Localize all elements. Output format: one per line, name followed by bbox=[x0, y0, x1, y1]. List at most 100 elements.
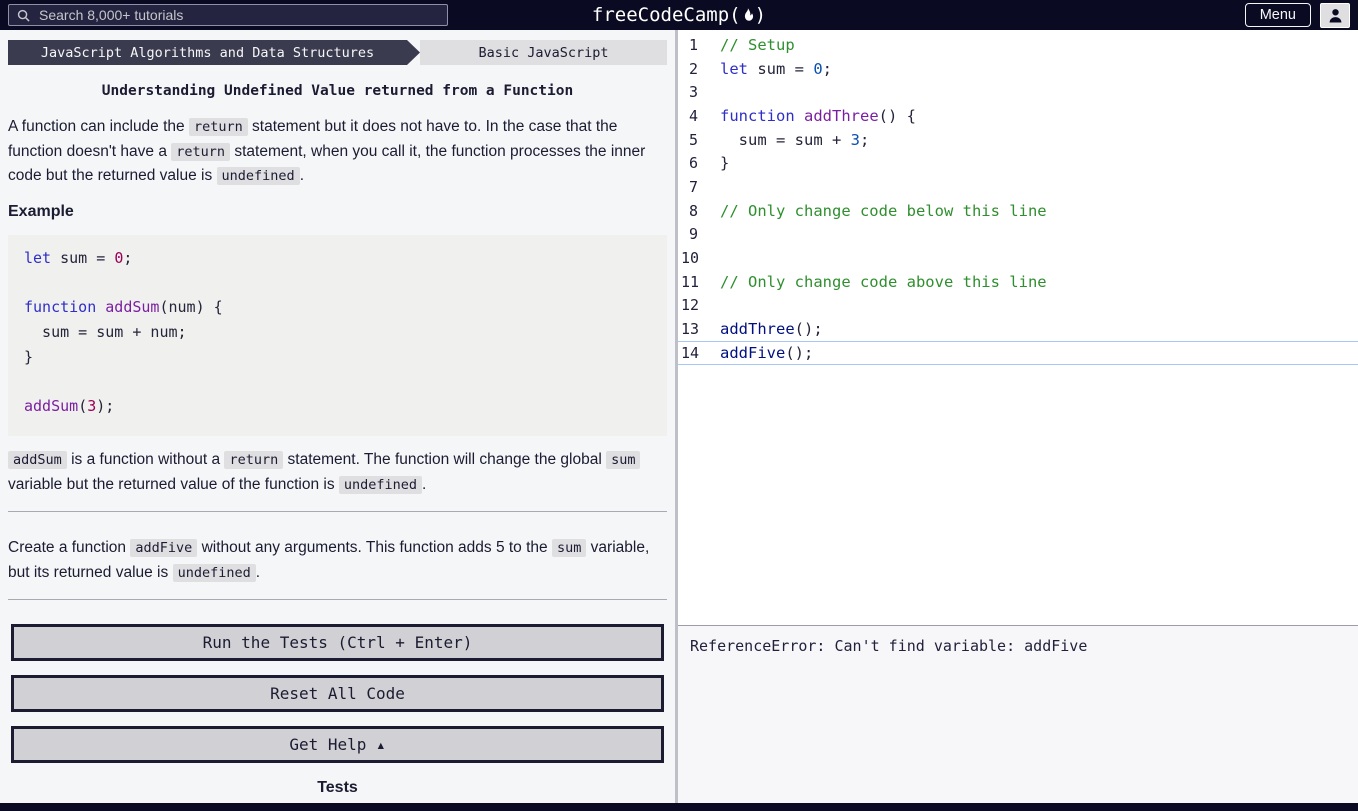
instructions-panel: JavaScript Algorithms and Data Structure… bbox=[0, 30, 678, 803]
editor-line-code: } bbox=[720, 154, 729, 172]
flame-icon bbox=[741, 7, 755, 24]
code-token: addThree bbox=[720, 320, 795, 338]
code-token: addSum bbox=[24, 397, 78, 415]
code-token: 0 bbox=[114, 249, 123, 267]
search-input[interactable] bbox=[37, 6, 439, 24]
avatar-button[interactable] bbox=[1320, 3, 1350, 28]
code-token: // Only change code below this line bbox=[720, 202, 1047, 220]
editor-line-code: function addThree() { bbox=[720, 107, 916, 125]
code-line: sum = sum + num; bbox=[24, 323, 651, 348]
code-token: // Setup bbox=[720, 36, 795, 54]
inline-code: addFive bbox=[130, 539, 197, 557]
code-token: ; bbox=[823, 60, 832, 78]
inline-code: undefined bbox=[173, 564, 256, 582]
code-token: sum = sum + num; bbox=[24, 323, 187, 341]
example-heading: Example bbox=[8, 203, 667, 221]
line-number: 11 bbox=[678, 273, 698, 291]
search-bar bbox=[8, 4, 448, 26]
editor-line[interactable]: 14addFive(); bbox=[678, 341, 1358, 365]
divider bbox=[8, 511, 667, 512]
line-number: 4 bbox=[678, 107, 698, 125]
code-token: sum = sum + bbox=[720, 131, 851, 149]
code-token: (); bbox=[785, 344, 813, 362]
breadcrumb-superblock[interactable]: JavaScript Algorithms and Data Structure… bbox=[8, 40, 420, 65]
code-line bbox=[24, 372, 651, 397]
line-number: 10 bbox=[678, 249, 698, 267]
line-number: 13 bbox=[678, 320, 698, 338]
code-token: let bbox=[24, 249, 51, 267]
editor-line-code: sum = sum + 3; bbox=[720, 131, 869, 149]
console-output: ReferenceError: Can't find variable: add… bbox=[690, 637, 1346, 655]
editor-line[interactable]: 9 bbox=[678, 223, 1358, 247]
editor-line[interactable]: 2let sum = 0; bbox=[678, 57, 1358, 81]
code-token: addSum bbox=[105, 298, 159, 316]
reset-code-button[interactable]: Reset All Code bbox=[11, 675, 664, 712]
line-number: 3 bbox=[678, 83, 698, 101]
line-number: 5 bbox=[678, 131, 698, 149]
breadcrumb: JavaScript Algorithms and Data Structure… bbox=[8, 40, 667, 65]
editor-line[interactable]: 1 // Setup bbox=[678, 33, 1358, 57]
get-help-label: Get Help bbox=[289, 735, 366, 754]
editor-line-code: // Only change code above this line bbox=[720, 273, 1047, 291]
code-token: ); bbox=[96, 397, 114, 415]
code-line: addSum(3); bbox=[24, 397, 651, 422]
editor-line[interactable]: 13 addThree(); bbox=[678, 317, 1358, 341]
code-token: function bbox=[720, 107, 795, 125]
breadcrumb-block[interactable]: Basic JavaScript bbox=[420, 40, 667, 65]
code-token: let bbox=[720, 60, 748, 78]
inline-code: undefined bbox=[217, 167, 300, 185]
inline-code: sum bbox=[606, 451, 640, 469]
editor-line[interactable]: 7 bbox=[678, 175, 1358, 199]
console-panel: ReferenceError: Can't find variable: add… bbox=[678, 625, 1358, 803]
inline-code: return bbox=[224, 451, 283, 469]
run-tests-button[interactable]: Run the Tests (Ctrl + Enter) bbox=[11, 624, 664, 661]
line-number: 7 bbox=[678, 178, 698, 196]
inline-code: return bbox=[171, 143, 230, 161]
editor-line[interactable]: 8 // Only change code below this line bbox=[678, 199, 1358, 223]
editor-line[interactable]: 5 sum = sum + 3; bbox=[678, 128, 1358, 152]
code-token: (num) { bbox=[159, 298, 222, 316]
editor-line-code: // Setup bbox=[720, 36, 795, 54]
challenge-title: Understanding Undefined Value returned f… bbox=[8, 83, 667, 99]
code-token: 0 bbox=[813, 60, 822, 78]
editor-line[interactable]: 4 function addThree() { bbox=[678, 104, 1358, 128]
editor-line-code: // Only change code below this line bbox=[720, 202, 1047, 220]
code-token: } bbox=[24, 348, 33, 366]
code-line: } bbox=[24, 348, 651, 373]
editor-line[interactable]: 11 // Only change code above this line bbox=[678, 270, 1358, 294]
code-line: function addSum(num) { bbox=[24, 298, 651, 323]
editor-panel: 1 // Setup 2let sum = 0; 3 4 function addThre… bbox=[678, 30, 1358, 803]
code-token: (); bbox=[795, 320, 823, 338]
main-split: JavaScript Algorithms and Data Structure… bbox=[0, 30, 1358, 803]
editor-line[interactable]: 3 bbox=[678, 80, 1358, 104]
action-buttons: Run the Tests (Ctrl + Enter) Reset All C… bbox=[0, 624, 675, 763]
editor-line[interactable]: 10 bbox=[678, 246, 1358, 270]
code-token: 3 bbox=[851, 131, 860, 149]
line-number: 1 bbox=[678, 36, 698, 54]
code-token: ; bbox=[860, 131, 869, 149]
line-number: 8 bbox=[678, 202, 698, 220]
inline-code: undefined bbox=[339, 476, 422, 494]
code-editor[interactable]: 1 // Setup 2let sum = 0; 3 4 function addThre… bbox=[678, 30, 1358, 625]
freecodecamp-logo[interactable]: freeCodeCamp( ) bbox=[592, 4, 766, 26]
divider bbox=[8, 599, 667, 600]
get-help-button[interactable]: Get Help ▴ bbox=[11, 726, 664, 763]
inline-code: addSum bbox=[8, 451, 67, 469]
top-nav: freeCodeCamp( ) Menu bbox=[0, 0, 1358, 30]
code-line bbox=[24, 273, 651, 298]
editor-line-code: addThree(); bbox=[720, 320, 823, 338]
code-token bbox=[96, 298, 105, 316]
code-token: 3 bbox=[87, 397, 96, 415]
editor-line[interactable]: 12 bbox=[678, 294, 1358, 318]
code-token: // Only change code above this line bbox=[720, 273, 1047, 291]
logo-text-prefix: freeCodeCamp( bbox=[592, 4, 741, 26]
code-token: addThree bbox=[804, 107, 879, 125]
challenge-instructions: Create a function addFive without any ar… bbox=[8, 536, 667, 585]
logo-text-suffix: ) bbox=[755, 4, 766, 26]
search-icon bbox=[17, 9, 30, 22]
editor-line[interactable]: 6} bbox=[678, 151, 1358, 175]
example-code-block: let sum = 0;function addSum(num) { sum =… bbox=[8, 235, 667, 437]
menu-button[interactable]: Menu bbox=[1245, 3, 1311, 27]
nav-right: Menu bbox=[1245, 3, 1350, 28]
line-number: 12 bbox=[678, 296, 698, 314]
